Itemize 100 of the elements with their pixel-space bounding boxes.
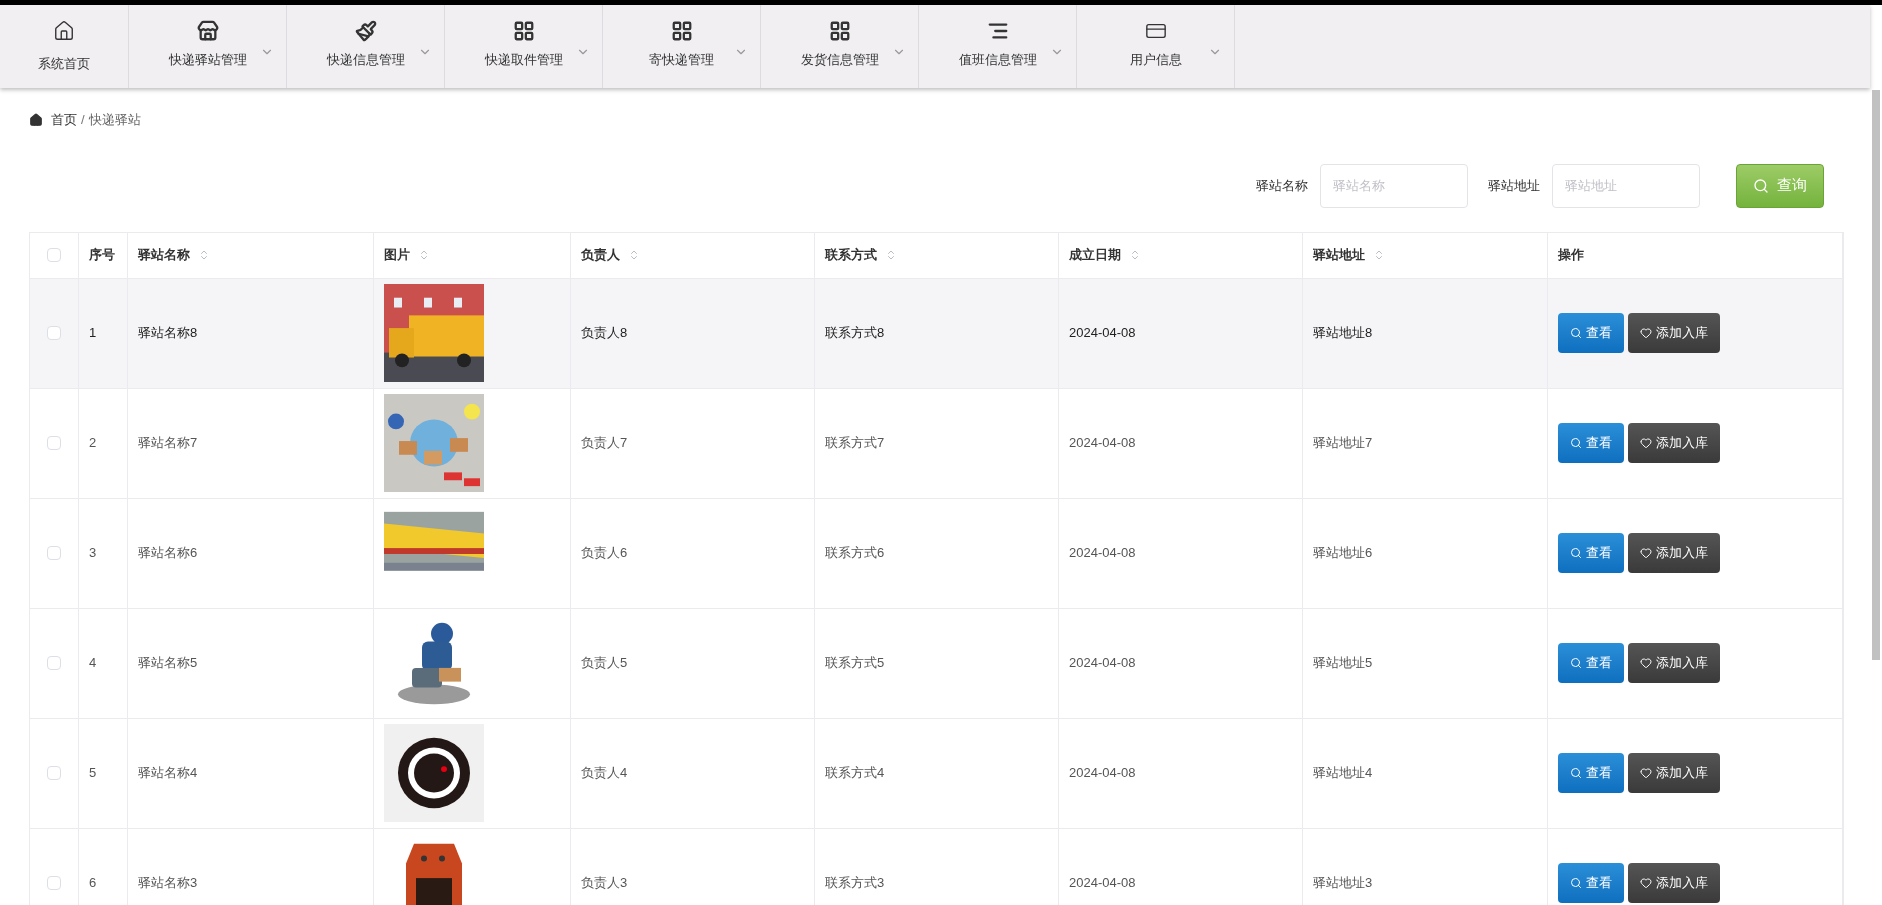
nav-item[interactable]: 用户信息 xyxy=(1077,5,1235,88)
nav-item[interactable]: 发货信息管理 xyxy=(761,5,919,88)
checkbox[interactable] xyxy=(47,876,61,890)
add-to-stock-button[interactable]: 添加入库 xyxy=(1628,533,1720,573)
add-to-stock-button[interactable]: 添加入库 xyxy=(1628,423,1720,463)
table-cell-text: 联系方式8 xyxy=(825,324,885,343)
search-field[interactable]: 驿站地址 xyxy=(1552,163,1700,208)
table-cell-text: 联系方式3 xyxy=(825,874,885,893)
table-cell-text: 驿站地址5 xyxy=(1313,654,1373,673)
add-to-stock-button[interactable]: 添加入库 xyxy=(1628,863,1720,903)
store-icon xyxy=(196,19,219,42)
table-cell-text: 驿站地址4 xyxy=(1313,764,1373,783)
field-label: 驿站名称 xyxy=(1256,176,1308,195)
sort-icon[interactable] xyxy=(1373,249,1385,261)
grid-icon xyxy=(828,19,851,42)
table-cell-text: 联系方式7 xyxy=(825,434,885,453)
column-header[interactable]: 成立日期 xyxy=(1069,245,1121,265)
table-cell-text: 2024-04-08 xyxy=(1069,324,1136,343)
checkbox[interactable] xyxy=(47,766,61,780)
search-icon xyxy=(1570,767,1582,779)
add-to-stock-button[interactable]: 添加入库 xyxy=(1628,643,1720,683)
add-to-stock-button[interactable]: 添加入库 xyxy=(1628,313,1720,353)
table-cell-text: 负责人6 xyxy=(581,544,628,563)
home-icon xyxy=(29,112,43,127)
scrollbar[interactable] xyxy=(1872,90,1880,660)
search-icon xyxy=(1570,437,1582,449)
table-cell-text: 3 xyxy=(89,544,97,563)
table-cell-text: 驿站地址3 xyxy=(1313,874,1373,893)
view-button[interactable]: 查看 xyxy=(1558,863,1624,903)
table-cell-text: 驿站名称8 xyxy=(138,324,198,343)
search-icon xyxy=(1570,547,1582,559)
search-icon xyxy=(1570,327,1582,339)
column-header[interactable]: 驿站名称 xyxy=(138,245,190,265)
add-to-stock-button[interactable]: 添加入库 xyxy=(1628,753,1720,793)
sort-icon[interactable] xyxy=(628,249,640,261)
nav-item[interactable]: 系统首页 xyxy=(0,5,129,88)
breadcrumb-link[interactable]: 首页 xyxy=(51,110,77,130)
search-icon xyxy=(1753,177,1769,194)
view-button[interactable]: 查看 xyxy=(1558,643,1624,683)
table-cell-text: 负责人8 xyxy=(581,324,628,343)
heart-icon xyxy=(1640,877,1652,889)
column-header: 序号 xyxy=(89,246,115,265)
column-header: 操作 xyxy=(1558,246,1584,265)
table-cell-text: 联系方式6 xyxy=(825,544,885,563)
table-cell-text: 驿站名称3 xyxy=(138,874,198,893)
grid-icon xyxy=(670,19,693,42)
sort-icon[interactable] xyxy=(1129,249,1141,261)
view-button[interactable]: 查看 xyxy=(1558,753,1624,793)
table-cell-text: 驿站名称5 xyxy=(138,654,198,673)
table-cell-text: 负责人5 xyxy=(581,654,628,673)
table-cell-text: 驿站名称4 xyxy=(138,764,198,783)
search-icon xyxy=(1570,877,1582,889)
table-cell-text: 2 xyxy=(89,434,97,453)
nav-item[interactable]: 快递信息管理 xyxy=(287,5,445,88)
grid-icon xyxy=(512,19,535,42)
checkbox[interactable] xyxy=(47,436,61,450)
table-cell-text: 负责人7 xyxy=(581,434,628,453)
table-cell-text: 联系方式4 xyxy=(825,764,885,783)
nav-item[interactable]: 快递驿站管理 xyxy=(129,5,287,88)
checkbox[interactable] xyxy=(47,546,61,560)
view-button[interactable]: 查看 xyxy=(1558,533,1624,573)
search-icon xyxy=(1570,657,1582,669)
brush-icon xyxy=(354,19,377,42)
breadcrumb-separator: / xyxy=(81,111,85,129)
checkbox[interactable] xyxy=(47,656,61,670)
view-button[interactable]: 查看 xyxy=(1558,423,1624,463)
heart-icon xyxy=(1640,767,1652,779)
column-header[interactable]: 图片 xyxy=(384,245,410,265)
sort-icon[interactable] xyxy=(198,249,210,261)
nav-item[interactable]: 寄快递管理 xyxy=(603,5,761,88)
table-cell-text: 驿站地址6 xyxy=(1313,544,1373,563)
column-header[interactable]: 负责人 xyxy=(581,245,620,265)
heart-icon xyxy=(1640,547,1652,559)
table-cell-text: 4 xyxy=(89,654,97,673)
table-cell-text: 2024-04-08 xyxy=(1069,434,1136,453)
table-cell-text: 负责人4 xyxy=(581,764,628,783)
table-cell-text: 2024-04-08 xyxy=(1069,544,1136,563)
column-header[interactable]: 联系方式 xyxy=(825,245,877,265)
table-cell-text: 5 xyxy=(89,764,97,783)
table-cell-text: 2024-04-08 xyxy=(1069,874,1136,893)
home-icon xyxy=(53,19,75,42)
table-cell-text: 驿站名称6 xyxy=(138,544,198,563)
view-button[interactable]: 查看 xyxy=(1558,313,1624,353)
table-cell-text: 驿站地址7 xyxy=(1313,434,1373,453)
table-cell-text: 联系方式5 xyxy=(825,654,885,673)
table-cell-text: 1 xyxy=(89,324,97,343)
nav-item[interactable]: 快递取件管理 xyxy=(445,5,603,88)
sort-icon[interactable] xyxy=(885,249,897,261)
table-cell-text: 负责人3 xyxy=(581,874,628,893)
heart-icon xyxy=(1640,657,1652,669)
search-field[interactable]: 驿站名称 xyxy=(1320,163,1468,208)
column-header[interactable]: 驿站地址 xyxy=(1313,245,1365,265)
table-cell-text: 驿站地址8 xyxy=(1313,324,1373,343)
checkbox[interactable] xyxy=(47,326,61,340)
table-cell-text: 驿站名称7 xyxy=(138,434,198,453)
field-label: 驿站地址 xyxy=(1488,176,1540,195)
checkbox[interactable] xyxy=(47,248,61,262)
sort-icon[interactable] xyxy=(418,249,430,261)
table-cell-text: 2024-04-08 xyxy=(1069,764,1136,783)
nav-item[interactable]: 值班信息管理 xyxy=(919,5,1077,88)
